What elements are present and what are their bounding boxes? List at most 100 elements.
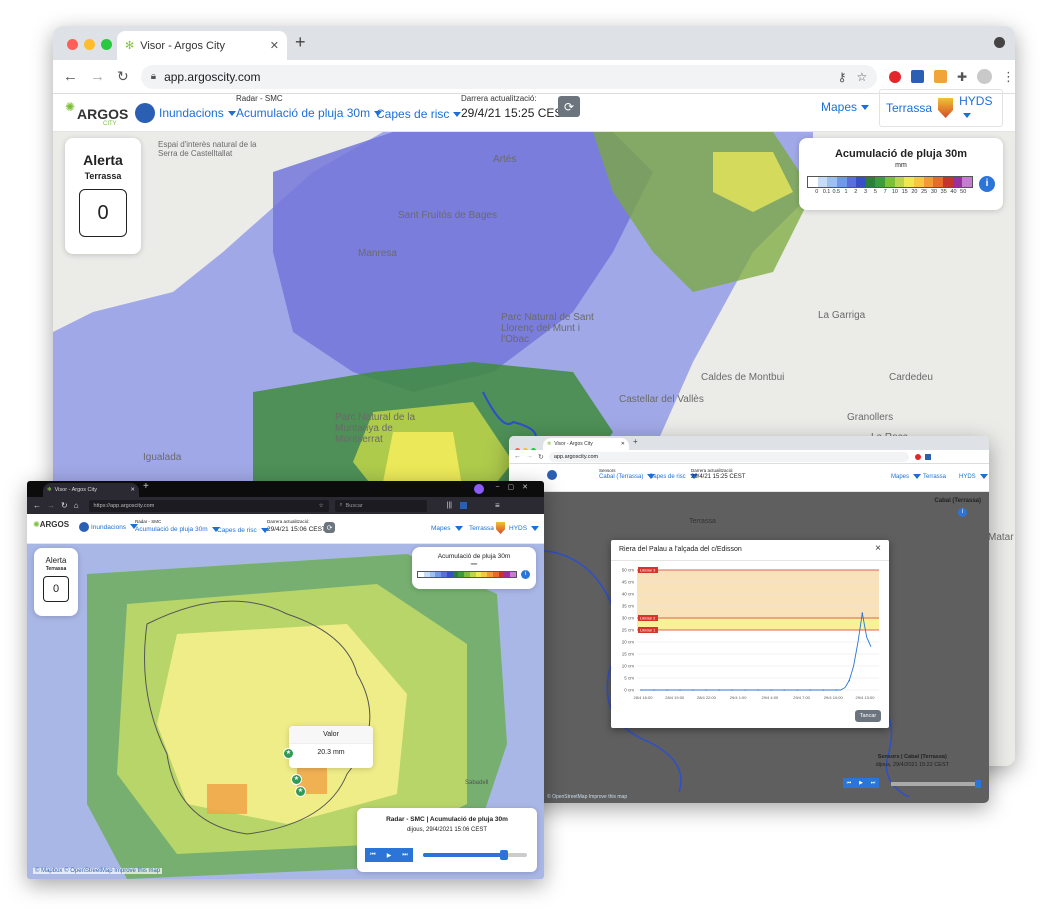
sensor-rewind-button[interactable]: ⏮ [843,778,855,788]
capes-risc-menu[interactable]: Capes de risc [376,107,461,121]
reload-icon[interactable]: ↻ [117,68,129,85]
sensor-city-name[interactable]: Terrassa [923,474,946,480]
extension-icon[interactable] [911,70,925,83]
rewind-button[interactable]: ⏮ [365,848,381,862]
front-city-name[interactable]: Terrassa [469,525,494,532]
refresh-button[interactable]: ⟳ [558,96,580,117]
maximize-dot[interactable] [101,39,112,50]
legend-ticks: 0 0.1 0.5 1 2 3 5 7 10 15 20 25 30 35 40 50 [807,189,973,199]
legend-tick-label: 5 [873,189,877,195]
front-refresh-button[interactable]: ⟳ [324,522,335,533]
sensor-close-tab-icon[interactable]: ✕ [621,441,625,447]
front-attribution[interactable]: © Mapbox © OpenStreetMap Improve this ma… [33,868,163,874]
legend-swatch [894,177,905,187]
place-label: Artés [493,154,517,165]
front-legend-colorbar [417,571,517,578]
sensor-slider-thumb[interactable] [975,780,981,788]
front-home-icon[interactable]: ⌂ [74,501,79,510]
front-alert-count: 0 [52,583,60,595]
sensor-attribution[interactable]: © OpenStreetMap Improve this map [547,794,627,800]
star-icon[interactable]: ☆ [856,70,867,84]
legend-swatch [962,177,972,187]
play-button[interactable]: ▶ [381,848,397,862]
profile-avatar[interactable] [977,69,992,84]
playback-slider-thumb[interactable] [500,850,509,860]
info-icon[interactable]: i [979,176,995,192]
browser-tab[interactable]: ✻ Visor - Argos City ✕ [117,31,287,60]
logo-mark-icon: ✺ [65,100,76,114]
sensor-url-field[interactable]: app.argoscity.com [548,451,909,462]
front-inundacions-menu[interactable]: Inundacions [79,522,138,532]
inundacions-menu[interactable]: Inundacions [135,103,236,123]
front-library-icon[interactable]: ||| [447,502,452,509]
sensor-reload-icon[interactable]: ↻ [538,453,544,461]
sensor-forward-button[interactable]: ⏭ [867,778,879,788]
front-alert-count-box[interactable]: 0 [43,576,69,602]
close-tab-icon[interactable]: ✕ [270,39,279,52]
x-tick-label: 29/4 13:00 [856,695,876,700]
sensor-marker[interactable]: ★ [295,786,306,797]
key-icon[interactable]: ⚷ [838,70,847,84]
alert-count: 0 [97,201,109,224]
front-tab-strip: ✻ Visor - Argos City ✕ + −▢✕ [27,481,544,497]
front-radar-selector[interactable]: Radar - SMC Acumulació de pluja 30m [135,519,220,533]
puzzle-icon[interactable]: ✚ [957,70,967,84]
tab-menu-icon[interactable] [994,37,1005,48]
sensor-org-name[interactable]: HYDS [959,474,988,480]
legend-swatch [875,177,886,187]
front-extension-icon[interactable] [460,502,468,509]
sensor-extension-icon-2[interactable] [924,453,931,460]
y-tick-label: 30 cm [622,616,635,621]
sensor-back-icon[interactable]: ← [514,453,521,460]
account-box[interactable]: Terrassa HYDS [879,89,1003,127]
front-capes-menu[interactable]: Capes de risc [217,527,269,534]
front-window-buttons[interactable]: −▢✕ [495,483,536,491]
sensor-slider[interactable] [891,780,981,788]
menu-kebab-icon[interactable]: ⋮ [1002,69,1015,85]
sensor-marker[interactable]: ★ [291,774,302,785]
modal-close-action-button[interactable]: Tancar [855,710,881,722]
front-star-icon[interactable]: ☆ [319,503,324,509]
sensor-selector[interactable]: Sensors Cabal (Terrassa) [599,468,655,480]
radar-selector[interactable]: Radar - SMC Acumulació de pluja 30m [236,94,382,120]
alert-count-box[interactable]: 0 [79,189,127,237]
front-mapes-menu[interactable]: Mapes [431,525,463,532]
front-browser-tab[interactable]: ✻ Visor - Argos City ✕ [43,483,139,497]
front-url-field[interactable]: https://app.argoscity.com ☆ [88,499,329,512]
opera-extension-icon[interactable] [889,70,902,83]
modal-close-button[interactable]: × [875,543,881,554]
forward-button[interactable]: ⏭ [397,848,413,862]
close-dot[interactable] [67,39,78,50]
playback-slider[interactable] [423,850,527,860]
sensor-play-button[interactable]: ▶ [855,778,867,788]
sensor-browser-tab[interactable]: ✻ Visor - Argos City ✕ [543,438,629,450]
extension-icon-2[interactable] [934,70,948,83]
front-back-icon[interactable]: ← [33,501,41,510]
front-search-icon: ⌕ [339,502,343,508]
front-org-name[interactable]: HYDS [509,525,539,532]
back-icon[interactable]: ← [63,68,78,85]
y-tick-label: 0 cm [624,688,634,693]
forward-icon[interactable]: → [90,68,105,85]
front-account-icon[interactable] [474,484,484,494]
playback-panel: Radar - SMC | Acumulació de pluja 30m di… [357,808,537,872]
front-new-tab-icon[interactable]: + [143,481,149,492]
sensor-extension-icon[interactable] [914,453,921,460]
new-tab-icon[interactable]: + [295,32,306,53]
front-reload-icon[interactable]: ↻ [61,501,68,510]
front-close-tab-icon[interactable]: ✕ [130,487,135,493]
sensor-mapes-menu[interactable]: Mapes [891,474,921,480]
front-menu-icon[interactable]: ≡ [495,501,500,510]
front-url-text: https://app.argoscity.com [93,502,155,509]
minimize-dot[interactable] [84,39,95,50]
sensor-new-tab-icon[interactable]: + [633,437,638,446]
front-info-icon[interactable]: i [521,570,530,579]
mapes-menu[interactable]: Mapes [821,100,869,114]
front-forward-icon[interactable]: → [47,501,55,510]
front-map[interactable]: Alerta Terrassa 0 Acumulació de pluja 30… [27,544,544,879]
url-field[interactable]: 🔒︎ app.argoscity.com ⚷ ☆ [140,64,878,89]
sensor-info-icon[interactable]: i [958,508,967,517]
sensor-forward-icon[interactable]: → [526,453,533,460]
sensor-marker[interactable]: ★ [283,748,294,759]
front-search-field[interactable]: ⌕ Buscar [334,499,427,512]
